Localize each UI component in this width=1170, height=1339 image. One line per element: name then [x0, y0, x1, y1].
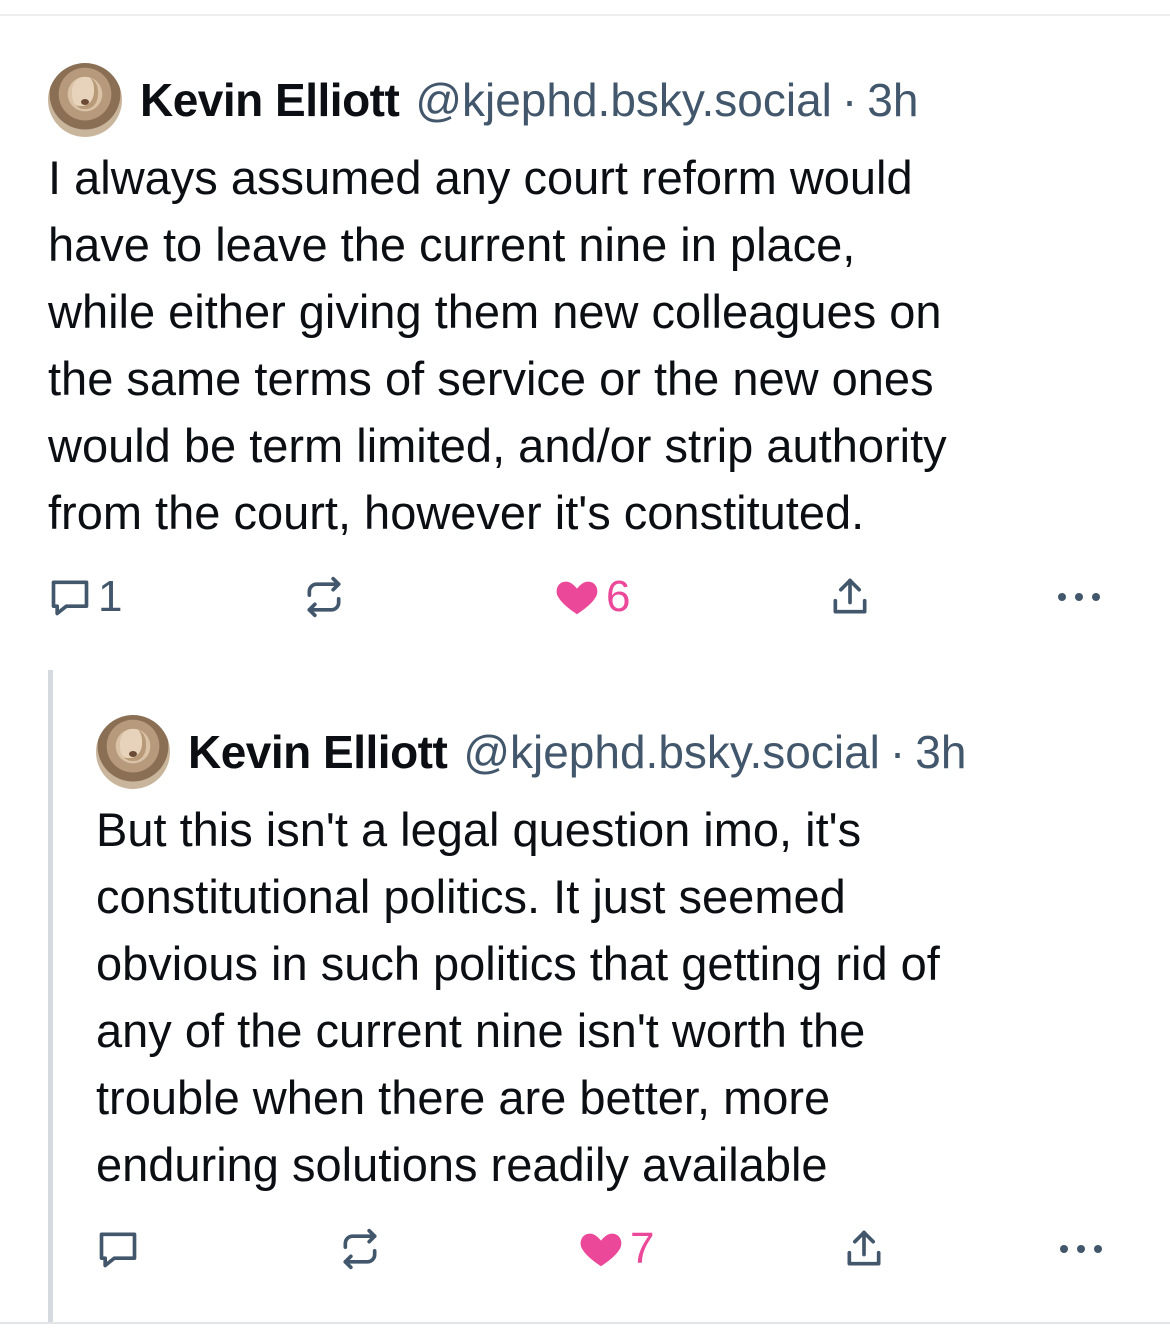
post-text-line: would be term limited, and/or strip auth…	[48, 419, 947, 472]
post-text-line: enduring solutions readily available	[96, 1138, 828, 1191]
share-button[interactable]	[828, 567, 872, 627]
like-count: 7	[630, 1224, 655, 1273]
repost-icon	[302, 575, 346, 619]
post-header: Kevin Elliott @kjephd.bsky.social · 3h	[96, 714, 1126, 790]
more-options-button[interactable]	[1054, 567, 1104, 627]
more-icon	[1054, 587, 1104, 607]
like-button[interactable]: 7	[578, 1219, 654, 1279]
author-handle[interactable]: @kjephd.bsky.social	[415, 73, 832, 127]
post-text-line: have to leave the current nine in place,	[48, 218, 856, 271]
author-name[interactable]: Kevin Elliott	[188, 725, 448, 779]
repost-button[interactable]	[302, 567, 346, 627]
post-text-line: any of the current nine isn't worth the	[96, 1004, 866, 1057]
repost-icon	[338, 1227, 382, 1271]
like-button[interactable]: 6	[554, 567, 630, 627]
separator-dot: ·	[841, 74, 858, 126]
share-button[interactable]	[842, 1219, 886, 1279]
heart-icon	[578, 1226, 624, 1272]
author-handle[interactable]: @kjephd.bsky.social	[463, 725, 880, 779]
avatar[interactable]	[48, 63, 122, 137]
post-text: But this isn't a legal question imo, it'…	[96, 796, 1126, 1198]
post-text-line: trouble when there are better, more	[96, 1071, 831, 1124]
share-icon	[842, 1227, 886, 1271]
post-text-line: obvious in such politics that getting ri…	[96, 937, 940, 990]
like-count: 6	[606, 572, 631, 621]
separator-dot: ·	[889, 726, 906, 778]
reply-icon	[48, 575, 92, 619]
post-text-line: I always assumed any court reform would	[48, 151, 913, 204]
post-text-line: the same terms of service or the new one…	[48, 352, 934, 405]
more-options-button[interactable]	[1056, 1219, 1106, 1279]
author-name[interactable]: Kevin Elliott	[140, 73, 400, 127]
top-divider	[0, 14, 1170, 16]
post-text-line: constitutional politics. It just seemed	[96, 870, 846, 923]
post-header: Kevin Elliott @kjephd.bsky.social · 3h	[48, 62, 1128, 138]
post-text-line: But this isn't a legal question imo, it'…	[96, 803, 862, 856]
share-icon	[828, 575, 872, 619]
post[interactable]: Kevin Elliott @kjephd.bsky.social · 3h B…	[96, 714, 1126, 1273]
quote-thread-line	[48, 670, 53, 1322]
post-actions: 1 6	[48, 567, 1128, 627]
post-text-line: while either giving them new colleagues …	[48, 285, 942, 338]
post-text-line: from the court, however it's constituted…	[48, 486, 865, 539]
reply-count: 1	[98, 572, 123, 621]
post-time[interactable]: 3h	[915, 725, 966, 779]
reply-button[interactable]	[96, 1219, 146, 1279]
post-time[interactable]: 3h	[867, 73, 918, 127]
avatar[interactable]	[96, 715, 170, 789]
post-actions: 7	[96, 1219, 1126, 1279]
reply-icon	[96, 1227, 140, 1271]
bottom-divider	[0, 1322, 1170, 1324]
post-text: I always assumed any court reform would …	[48, 144, 1128, 546]
post[interactable]: Kevin Elliott @kjephd.bsky.social · 3h I…	[48, 62, 1128, 621]
heart-icon	[554, 574, 600, 620]
repost-button[interactable]	[338, 1219, 382, 1279]
more-icon	[1056, 1239, 1106, 1259]
reply-button[interactable]: 1	[48, 567, 122, 627]
